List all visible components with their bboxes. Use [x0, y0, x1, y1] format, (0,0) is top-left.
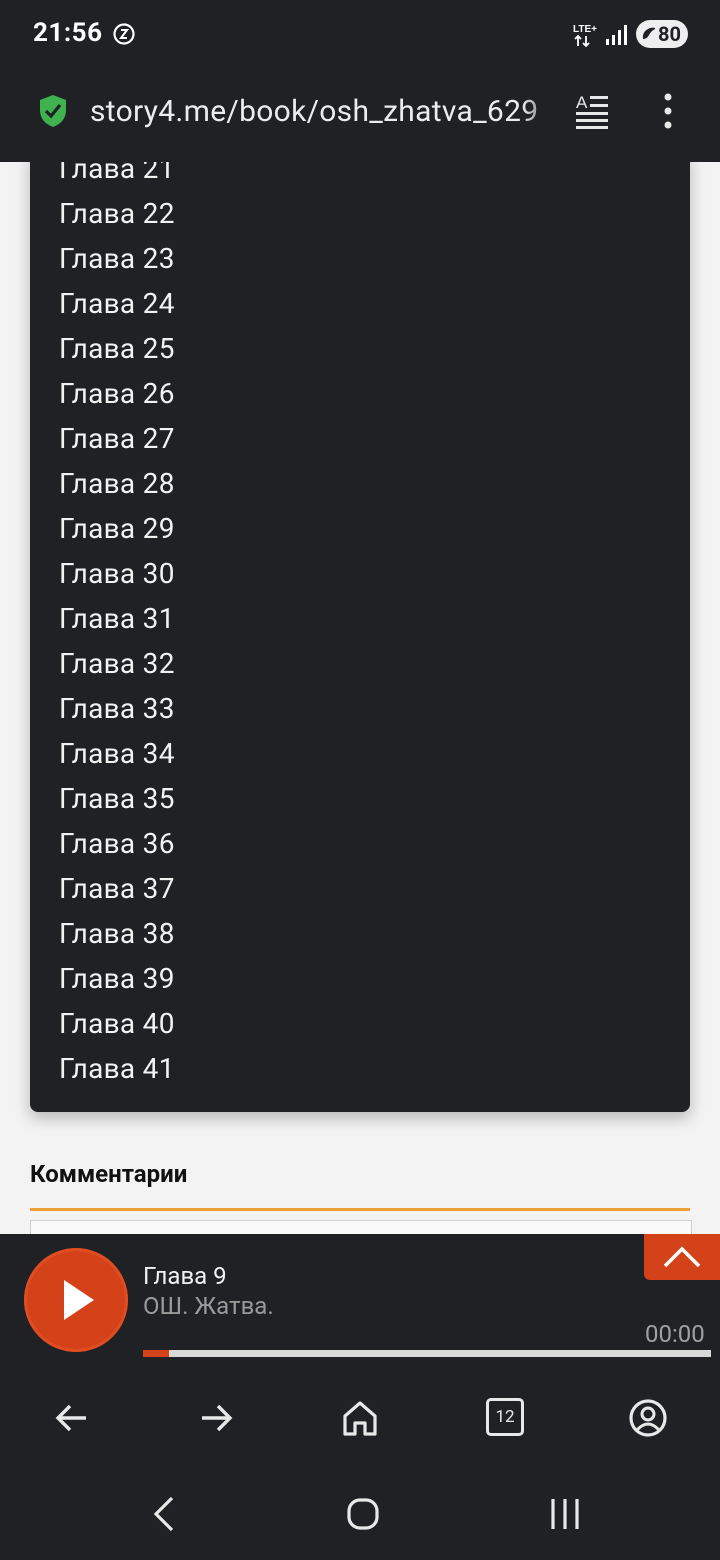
data-saver-icon — [113, 23, 135, 45]
svg-text:LTE+: LTE+ — [573, 24, 597, 35]
chapter-item[interactable]: Глава 29 — [59, 512, 175, 546]
chapter-item[interactable]: Глава 38 — [59, 917, 175, 951]
chapter-item[interactable]: Глава 27 — [59, 422, 175, 456]
system-recents-icon[interactable] — [548, 1494, 582, 1534]
comments-underline — [30, 1208, 690, 1211]
signal-icon — [606, 25, 627, 45]
comments-heading: Комментарии — [30, 1160, 188, 1188]
chapter-item[interactable]: Глава 21 — [59, 162, 175, 186]
chapter-item[interactable]: Глава 35 — [59, 782, 175, 816]
player-chapter-title: Глава 9 — [143, 1262, 227, 1290]
chapter-item[interactable]: Глава 39 — [59, 962, 175, 996]
player-time: 00:00 — [645, 1320, 705, 1348]
lte-icon: LTE+ — [573, 24, 597, 48]
chapter-item[interactable]: Глава 34 — [59, 737, 175, 771]
progress-fill — [143, 1350, 169, 1357]
system-home-icon[interactable] — [346, 1494, 380, 1534]
battery-level: 80 — [658, 22, 681, 46]
browser-bottom-bar: 12 — [0, 1364, 720, 1470]
chapter-item[interactable]: Глава 28 — [59, 467, 175, 501]
forward-arrow-icon[interactable] — [194, 1396, 238, 1440]
system-navigation-bar — [0, 1470, 720, 1560]
account-icon[interactable] — [626, 1396, 670, 1440]
charging-icon — [642, 27, 656, 39]
web-page: Глава 21 Глава 22 Глава 23 Глава 24 Глав… — [0, 162, 720, 1234]
chapter-item[interactable]: Глава 25 — [59, 332, 175, 366]
more-options-icon[interactable] — [655, 92, 681, 130]
status-bar: 21:56 LTE+ 80 — [0, 0, 720, 70]
back-arrow-icon[interactable] — [50, 1396, 94, 1440]
chapter-item[interactable]: Глава 26 — [59, 377, 175, 411]
play-icon — [64, 1280, 94, 1320]
chapter-item[interactable]: Глава 23 — [59, 242, 175, 276]
chevron-up-icon — [663, 1246, 701, 1268]
chapter-item[interactable]: Глава 30 — [59, 557, 175, 591]
chapter-item[interactable]: Глава 36 — [59, 827, 175, 861]
play-button[interactable] — [24, 1248, 128, 1352]
comments-widget[interactable] — [30, 1220, 692, 1234]
chapter-item[interactable]: Глава 33 — [59, 692, 175, 726]
chapter-item[interactable]: Глава 31 — [59, 602, 175, 636]
chapter-item[interactable]: Глава 37 — [59, 872, 175, 906]
svg-text:A: A — [576, 93, 588, 112]
player-book-title: ОШ. Жатва. — [143, 1292, 274, 1320]
tabs-button[interactable]: 12 — [486, 1398, 524, 1436]
reader-mode-icon[interactable]: A — [572, 90, 614, 132]
shield-check-icon[interactable] — [38, 94, 68, 128]
audio-player: Глава 9 ОШ. Жатва. 00:00 — [0, 1234, 720, 1364]
chapter-item[interactable]: Глава 32 — [59, 647, 175, 681]
address-bar[interactable]: story4.me/book/osh_zhatva_629 — [90, 92, 556, 132]
progress-bar[interactable] — [143, 1350, 711, 1357]
url-fade — [522, 90, 562, 134]
home-icon[interactable] — [338, 1396, 382, 1440]
chapter-item[interactable]: Глава 24 — [59, 287, 175, 321]
chapters-dropdown: Глава 21 Глава 22 Глава 23 Глава 24 Глав… — [30, 162, 690, 1112]
chapter-item[interactable]: Глава 40 — [59, 1007, 175, 1041]
battery-indicator: 80 — [636, 20, 688, 48]
chapter-item[interactable]: Глава 41 — [59, 1052, 175, 1086]
scroll-to-top-button[interactable] — [644, 1234, 720, 1280]
system-back-icon[interactable] — [150, 1494, 178, 1534]
status-time: 21:56 — [33, 18, 103, 48]
chapter-item[interactable]: Глава 22 — [59, 197, 175, 231]
